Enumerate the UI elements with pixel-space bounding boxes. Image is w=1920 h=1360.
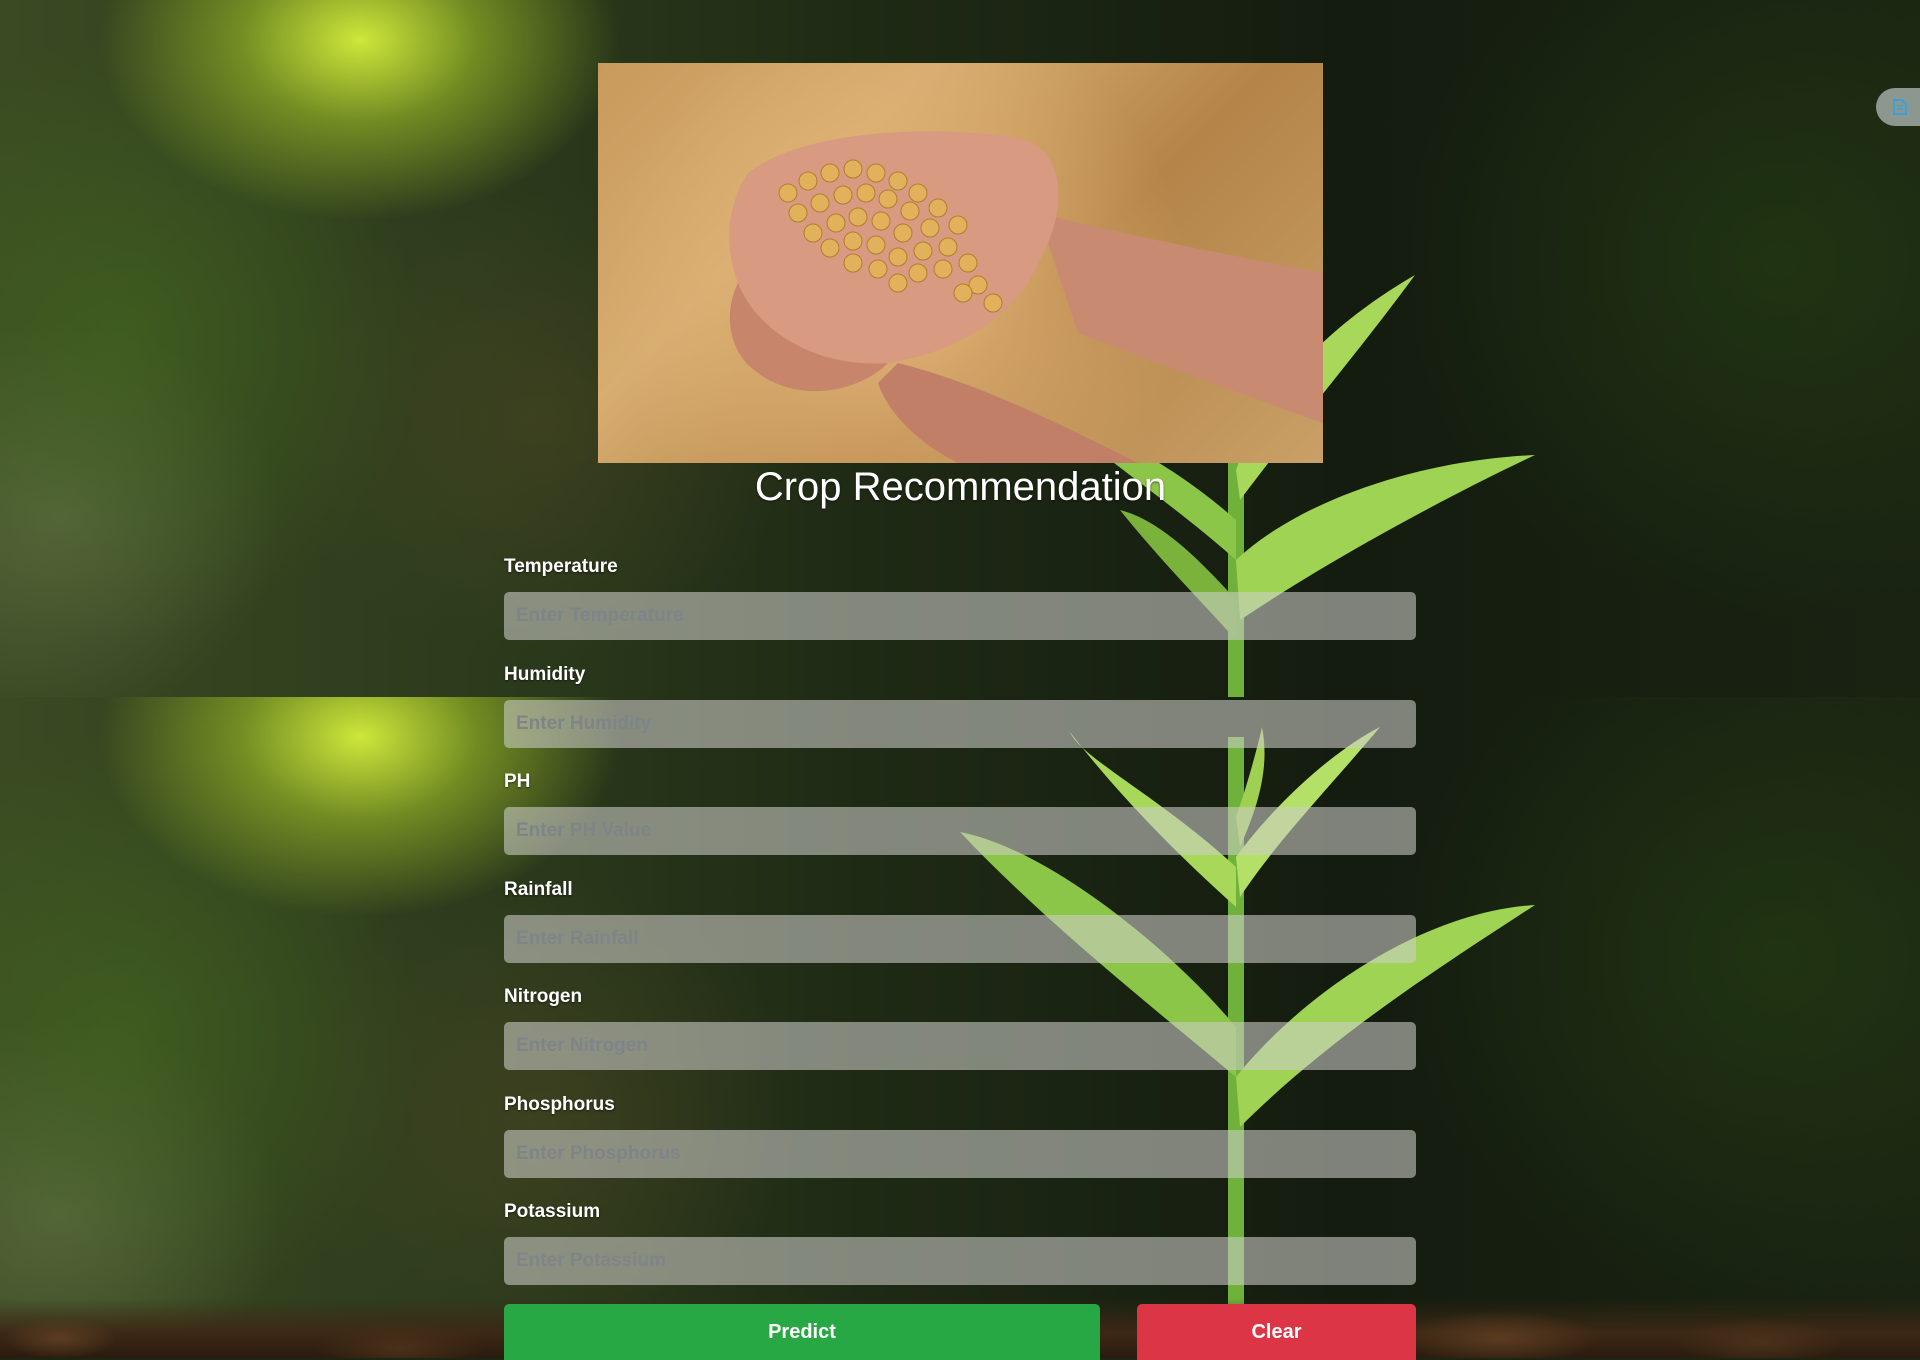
field-temperature: Temperature: [504, 548, 1416, 656]
field-rainfall: Rainfall: [504, 871, 1416, 979]
field-potassium: Potassium: [504, 1193, 1416, 1301]
field-nitrogen: Nitrogen: [504, 978, 1416, 1086]
ph-label: PH: [504, 771, 531, 792]
field-phosphorus: Phosphorus: [504, 1086, 1416, 1194]
humidity-input[interactable]: [504, 699, 1416, 748]
phosphorus-input[interactable]: [504, 1129, 1416, 1178]
field-ph: PH: [504, 763, 1416, 871]
hero-image: [598, 63, 1323, 463]
potassium-input[interactable]: [504, 1237, 1416, 1285]
clear-button[interactable]: Clear: [1137, 1304, 1416, 1360]
potassium-label: Potassium: [504, 1201, 601, 1222]
predict-button[interactable]: Predict: [504, 1304, 1100, 1360]
ph-input[interactable]: [504, 807, 1416, 855]
temperature-input[interactable]: [504, 592, 1416, 640]
nitrogen-label: Nitrogen: [504, 986, 583, 1007]
temperature-label: Temperature: [504, 556, 618, 577]
hands-holding-seeds-icon: [729, 131, 1323, 463]
field-humidity: Humidity: [504, 656, 1416, 764]
crop-form: Temperature Humidity PH Rainfall Nitroge…: [504, 548, 1416, 1301]
rainfall-label: Rainfall: [504, 878, 573, 900]
extension-icon: [1893, 99, 1907, 115]
humidity-label: Humidity: [504, 663, 586, 685]
rainfall-input[interactable]: [504, 914, 1416, 963]
extension-badge[interactable]: [1876, 88, 1920, 126]
page-title: Crop Recommendation: [754, 465, 1167, 509]
nitrogen-input[interactable]: [504, 1022, 1416, 1070]
phosphorus-label: Phosphorus: [504, 1093, 615, 1115]
